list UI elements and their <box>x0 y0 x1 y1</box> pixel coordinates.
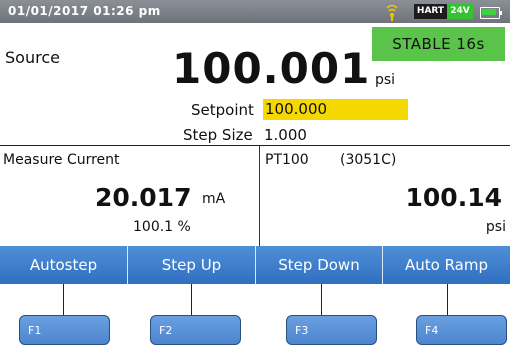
connector-line <box>447 284 448 315</box>
step-size-value: 1.000 <box>264 126 307 144</box>
setpoint-label: Setpoint <box>191 101 254 119</box>
divider-vertical <box>259 146 260 246</box>
status-bar: 01/01/2017 01:26 pm HART 24V <box>0 0 510 23</box>
f3-key[interactable]: F3 <box>286 315 377 345</box>
measure-current-percent: 100.1 % <box>133 219 191 235</box>
autostep-button[interactable]: Autostep <box>0 246 128 284</box>
step-size-label: Step Size <box>183 126 253 144</box>
setpoint-field[interactable]: 100.000 <box>263 99 408 120</box>
sensor-label: PT100 <box>265 152 309 168</box>
source-value: 100.001 <box>172 44 371 93</box>
step-down-button[interactable]: Step Down <box>256 246 383 284</box>
connector-line <box>321 284 322 315</box>
voltage-badge: 24V <box>447 4 473 19</box>
sensor-value: 100.14 <box>405 183 502 212</box>
f2-key[interactable]: F2 <box>150 315 241 345</box>
battery-icon <box>480 7 502 19</box>
sensor-model: (3051C) <box>340 152 397 168</box>
connector-line <box>63 284 64 315</box>
wireless-icon <box>386 4 398 21</box>
divider <box>0 145 510 146</box>
source-unit: psi <box>375 72 396 88</box>
auto-ramp-button[interactable]: Auto Ramp <box>383 246 510 284</box>
sensor-unit: psi <box>485 219 506 235</box>
step-up-button[interactable]: Step Up <box>128 246 256 284</box>
hart-badge: HART <box>414 4 447 19</box>
measure-current-value: 20.017 <box>95 183 192 212</box>
f1-key[interactable]: F1 <box>19 315 110 345</box>
measure-current-label: Measure Current <box>3 152 120 168</box>
source-label: Source <box>5 48 60 67</box>
connector-line <box>191 284 192 315</box>
f4-key[interactable]: F4 <box>416 315 507 345</box>
stable-indicator: STABLE 16s <box>372 27 505 61</box>
measure-current-unit: mA <box>202 191 226 207</box>
date-time: 01/01/2017 01:26 pm <box>8 4 161 18</box>
